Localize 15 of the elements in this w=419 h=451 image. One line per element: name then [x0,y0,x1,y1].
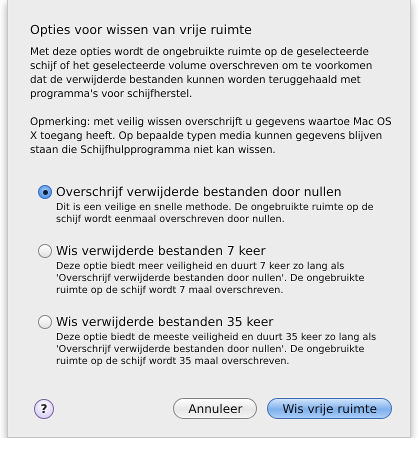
radio-button[interactable] [38,315,52,329]
cancel-button[interactable]: Annuleer [173,398,258,419]
erase-button[interactable]: Wis vrije ruimte [267,398,392,419]
option-description: Deze optie biedt meer veiligheid en duurt 7 keer zo lang als 'Overschrijf verwijderde bestanden door nullen'. De ongebruikte ruimte op de schijf wordt 7 maal overschreven. [56,261,366,297]
help-button[interactable]: ? [34,398,54,418]
radio-button[interactable] [38,244,52,258]
option-description: Deze optie biedt de meeste veiligheid en duurt 35 keer zo lang als 'Overschrijf verwijderde bestanden door nullen'. De ongebruikte ruimte op de schijf wordt 35 maal overschreven. [56,332,378,368]
option-label[interactable]: Wis verwijderde bestanden 35 keer [56,315,274,329]
radio-button[interactable] [38,185,52,199]
description-text: Met deze opties wordt de ongebruikte ruimte op de geselecteerde schijf of het geselecteerde volume overschreven om te voorkomen dat de verwijderde bestanden kunnen worden teruggehaald met programma's voor schijfherstel. [30,45,374,101]
description-text: Opmerking: met veilig wissen overschrijft u gegevens waartoe Mac OS X toegang heeft. Op bepaalde typen media kunnen gegevens blijven staan die Schijfhulpprogramma niet kan wissen. [30,115,392,157]
option-label[interactable]: Overschrijf verwijderde bestanden door nullen [56,185,342,199]
option-description: Dit is een veilige en snelle methode. De ongebruikte ruimte op de schijf wordt eenmaal overschreven door nullen. [56,202,375,226]
option-label[interactable]: Wis verwijderde bestanden 7 keer [56,244,266,258]
dialog-title: Opties voor wissen van vrije ruimte [30,22,253,37]
